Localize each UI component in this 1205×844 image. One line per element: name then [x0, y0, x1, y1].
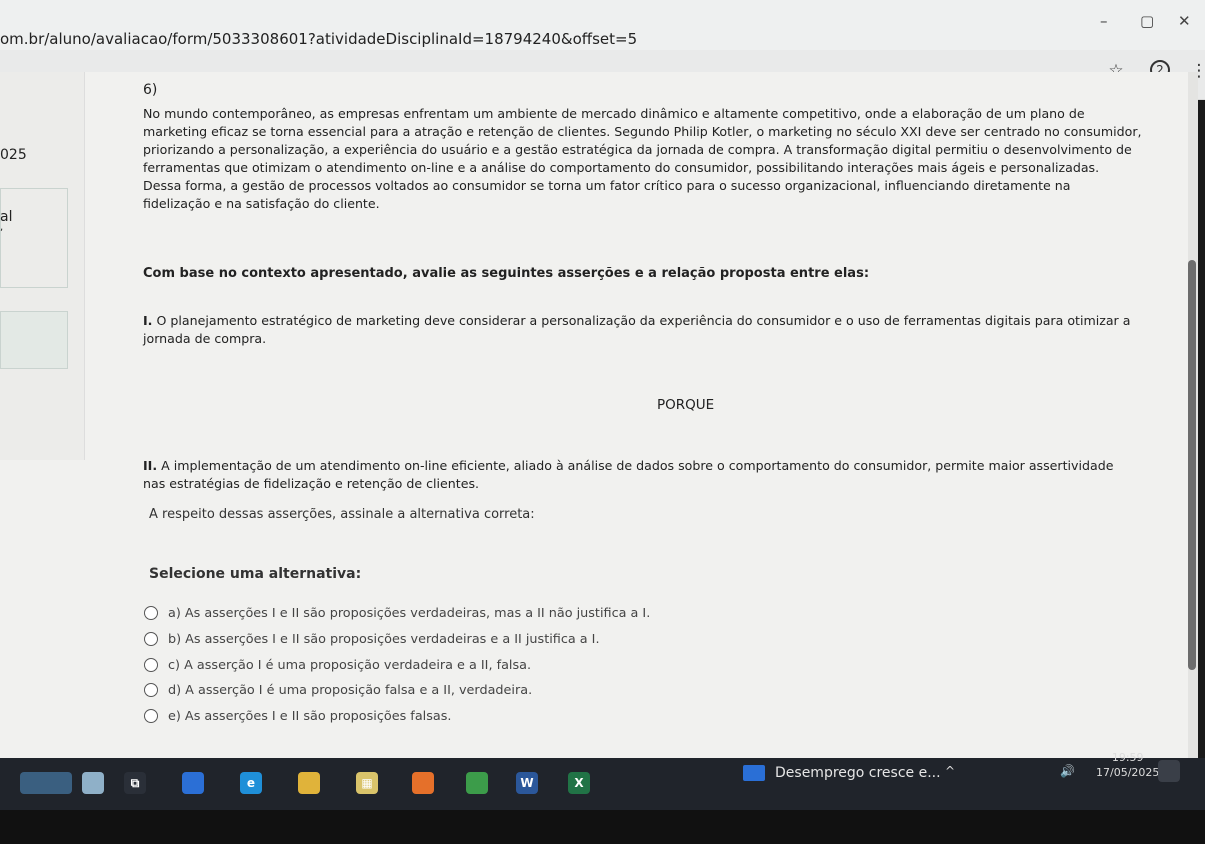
search-icon[interactable]	[82, 772, 104, 794]
notification-icon[interactable]	[1158, 760, 1180, 782]
option-c-text[interactable]: c) A asserção I é uma proposição verdade…	[168, 658, 531, 673]
option-a[interactable]: a) As asserções I e II são proposições v…	[144, 604, 650, 622]
left-mark-fragment: ,	[0, 222, 4, 233]
excel-icon[interactable]: X	[568, 772, 590, 794]
context-line: marketing eficaz se torna essencial para…	[143, 124, 1142, 139]
connector-porque: PORQUE	[657, 397, 715, 413]
edge-icon[interactable]: e	[240, 772, 262, 794]
close-icon[interactable]: ✕	[1178, 12, 1191, 30]
option-b[interactable]: b) As asserções I e II são proposições v…	[144, 630, 600, 648]
assertion-1-label: I.	[143, 313, 153, 328]
url-text[interactable]: om.br/aluno/avaliacao/form/5033308601?at…	[0, 30, 637, 48]
context-line: ferramentas que otimizam o atendimento o…	[143, 160, 1100, 175]
context-line: Dessa forma, a gestão de processos volta…	[143, 178, 1071, 193]
assertion-1: I. O planejamento estratégico de marketi…	[143, 312, 1183, 348]
word-icon[interactable]: W	[516, 772, 538, 794]
radio-option-e[interactable]	[144, 709, 158, 723]
store-icon[interactable]: ▦	[356, 772, 378, 794]
firefox-icon[interactable]	[412, 772, 434, 794]
context-line: fidelização e na satisfação do cliente.	[143, 196, 380, 211]
option-e[interactable]: e) As asserções I e II são proposições f…	[144, 707, 451, 725]
left-year-fragment: 025	[0, 147, 27, 163]
option-c[interactable]: c) A asserção I é uma proposição verdade…	[144, 656, 531, 674]
option-d-text[interactable]: d) A asserção I é uma proposição falsa e…	[168, 683, 532, 698]
assertion-2-text-2: nas estratégias de fidelização e retençã…	[143, 476, 480, 491]
radio-option-c[interactable]	[144, 658, 158, 672]
option-a-text[interactable]: a) As asserções I e II são proposições v…	[168, 606, 650, 621]
page-scrollbar-thumb[interactable]	[1188, 260, 1196, 670]
news-icon[interactable]	[743, 765, 765, 781]
assertion-2-label: II.	[143, 458, 158, 473]
chrome-icon[interactable]	[466, 772, 488, 794]
news-ticker[interactable]: Desemprego cresce e...	[775, 765, 941, 781]
radio-option-b[interactable]	[144, 632, 158, 646]
left-card[interactable]	[0, 188, 68, 288]
task-view-icon[interactable]: ⧉	[124, 772, 146, 794]
restore-icon[interactable]: ▢	[1140, 12, 1154, 30]
file-explorer-icon[interactable]	[298, 772, 320, 794]
radio-option-a[interactable]	[144, 606, 158, 620]
instruction-text: A respeito dessas asserções, assinale a …	[149, 507, 535, 522]
clock-time: 19:59	[1111, 751, 1144, 764]
assertion-1-text: O planejamento estratégico de marketing …	[156, 313, 1131, 328]
option-d[interactable]: d) A asserção I é uma proposição falsa e…	[144, 681, 532, 699]
question-prompt: Com base no contexto apresentado, avalie…	[143, 266, 870, 281]
option-b-text[interactable]: b) As asserções I e II são proposições v…	[168, 632, 600, 647]
weather-widget-icon[interactable]	[20, 772, 72, 794]
app-icon-1[interactable]	[182, 772, 204, 794]
minimize-icon[interactable]: –	[1100, 12, 1108, 30]
left-card-2[interactable]	[0, 311, 68, 369]
context-line: priorizando a personalização, a experiên…	[143, 142, 1132, 157]
assertion-2: II. A implementação de um atendimento on…	[143, 457, 1183, 493]
question-number: 6)	[143, 82, 158, 98]
select-alternative-label: Selecione uma alternativa:	[149, 566, 362, 582]
tray-chevron-icon[interactable]: ^	[945, 764, 955, 778]
speaker-icon[interactable]: 🔊	[1060, 764, 1075, 778]
assertion-1-text-2: jornada de compra.	[143, 331, 267, 346]
assertion-2-text: A implementação de um atendimento on-lin…	[161, 458, 1114, 473]
context-line: No mundo contemporâneo, as empresas enfr…	[143, 106, 1085, 121]
option-e-text[interactable]: e) As asserções I e II são proposições f…	[168, 709, 451, 724]
taskbar-clock[interactable]: 19:59 17/05/2025	[1096, 750, 1159, 780]
question-context: No mundo contemporâneo, as empresas enfr…	[143, 105, 1183, 213]
clock-date: 17/05/2025	[1096, 766, 1160, 779]
windows-taskbar	[0, 758, 1205, 810]
monitor-bezel	[0, 810, 1205, 844]
radio-option-d[interactable]	[144, 683, 158, 697]
